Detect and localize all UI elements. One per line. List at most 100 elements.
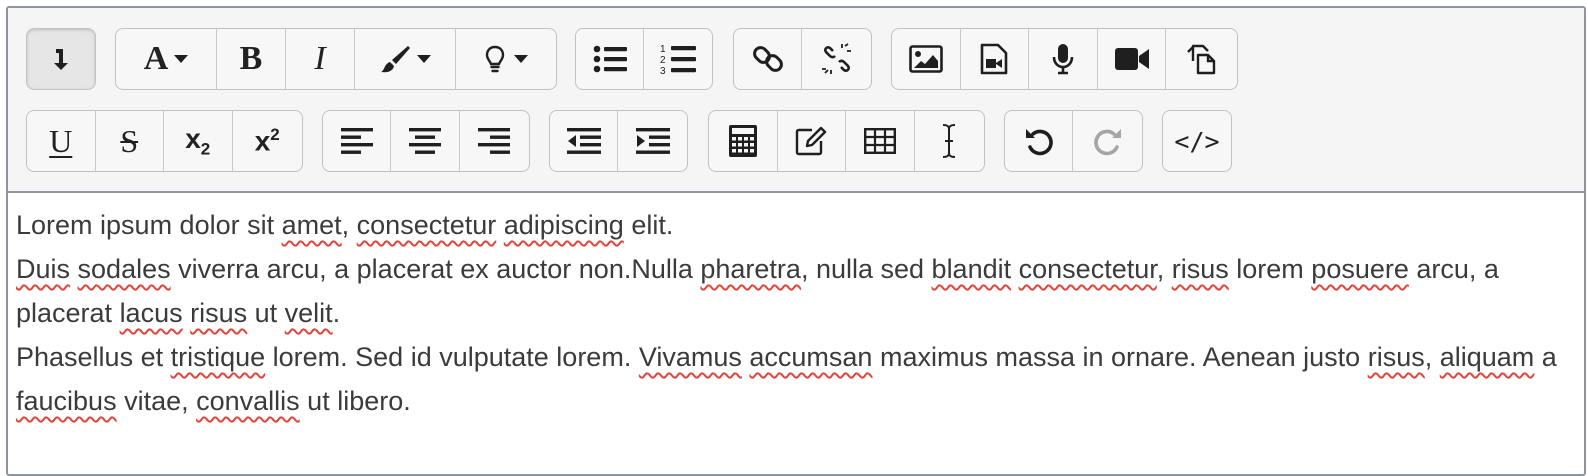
italic-button[interactable]: I <box>286 29 355 89</box>
html-button[interactable]: </> <box>1163 111 1231 171</box>
redo-button[interactable] <box>1073 111 1142 171</box>
manage-files-button[interactable] <box>1166 29 1237 89</box>
character-map-button[interactable] <box>778 111 846 171</box>
text-run: , <box>341 210 357 240</box>
misspelled-word: Duis <box>16 254 71 284</box>
text-run: lorem. Sed id vulputate lorem. <box>265 342 639 372</box>
editor-content[interactable]: Lorem ipsum dolor sit amet, consectetur … <box>8 193 1584 423</box>
toolbar-toggle-button[interactable] <box>26 28 96 90</box>
image-button[interactable] <box>892 29 961 89</box>
media-button[interactable] <box>961 29 1030 89</box>
chevron-down-icon <box>514 55 528 63</box>
text-run: , <box>1156 254 1172 284</box>
styles-button[interactable] <box>456 29 556 89</box>
media-icon <box>981 43 1008 75</box>
accessibility-checker-button[interactable] <box>915 111 984 171</box>
text-run: viverra arcu, a placerat ex auctor non.N… <box>170 254 701 284</box>
misspelled-word: adipiscing <box>503 210 624 240</box>
text-run: lorem <box>1228 254 1312 284</box>
video-camera-icon <box>1114 48 1149 70</box>
pencil-square-icon <box>796 126 827 156</box>
unordered-list-button[interactable] <box>576 29 644 89</box>
text-run: , nulla sed <box>800 254 932 284</box>
microphone-icon <box>1052 44 1074 75</box>
text-run <box>1011 254 1019 284</box>
outdent-icon <box>566 128 601 154</box>
misspelled-word: blandit <box>931 254 1012 284</box>
svg-text:1: 1 <box>660 44 666 55</box>
font-color-button[interactable] <box>355 29 456 89</box>
ordered-list-button[interactable]: 1 2 3 <box>644 29 712 89</box>
underline-icon: U <box>49 122 73 159</box>
misspelled-word: accumsan <box>749 342 873 372</box>
misspelled-word: risus <box>1171 254 1229 284</box>
outdent-button[interactable] <box>550 111 619 171</box>
italic-icon: I <box>314 40 326 77</box>
svg-text:2: 2 <box>660 55 666 66</box>
unordered-list-icon <box>593 45 627 73</box>
text-run: a <box>1534 342 1557 372</box>
misspelled-word: Vivamus <box>638 342 742 372</box>
toolbar-group-insert <box>708 110 985 172</box>
misspelled-word: velit <box>284 298 333 328</box>
align-center-icon <box>409 128 442 154</box>
text-cursor-icon <box>943 124 956 158</box>
table-button[interactable] <box>846 111 915 171</box>
align-right-button[interactable] <box>460 111 529 171</box>
toolbar-group-links <box>733 28 872 90</box>
misspelled-word: aliquam <box>1439 342 1535 372</box>
chevron-down-icon <box>174 55 189 63</box>
align-left-button[interactable] <box>323 111 392 171</box>
bold-button[interactable]: B <box>217 29 286 89</box>
text-editor: A B I 1 2 3 U S x2 x2 </> Lorem ipsum do… <box>6 6 1586 476</box>
misspelled-word: risus <box>1367 342 1425 372</box>
link-button[interactable] <box>734 29 803 89</box>
font-size-button[interactable]: A <box>116 29 217 89</box>
undo-icon <box>1025 129 1053 156</box>
lightbulb-icon <box>485 45 505 73</box>
subscript-button[interactable]: x2 <box>164 111 233 171</box>
table-icon <box>863 128 896 154</box>
align-center-button[interactable] <box>391 111 460 171</box>
misspelled-word: pharetra <box>700 254 801 284</box>
record-audio-button[interactable] <box>1029 29 1098 89</box>
unlink-button[interactable] <box>802 29 871 89</box>
record-video-button[interactable] <box>1098 29 1167 89</box>
misspelled-word: convallis <box>196 386 300 416</box>
text-run: Phasellus et <box>16 342 171 372</box>
paragraph-1: Lorem ipsum dolor sit amet, consectetur … <box>16 203 1576 247</box>
text-run <box>70 254 78 284</box>
toolbar-group-lists: 1 2 3 <box>575 28 713 90</box>
undo-button[interactable] <box>1005 111 1074 171</box>
toolbar-group-html: </> <box>1162 110 1232 172</box>
align-left-icon <box>340 128 373 154</box>
text-run: , <box>1424 342 1440 372</box>
paragraph-2: Duis sodales viverra arcu, a placerat ex… <box>16 247 1576 335</box>
superscript-icon: x2 <box>254 124 280 157</box>
files-icon <box>1186 44 1215 75</box>
text-run: ut libero. <box>299 386 411 416</box>
font-size-icon: A <box>143 40 169 77</box>
svg-text:3: 3 <box>660 66 666 75</box>
misspelled-word: sodales <box>77 254 171 284</box>
toolbar-group-align <box>322 110 530 172</box>
text-run: ut <box>247 298 285 328</box>
strikethrough-icon: S <box>120 122 139 159</box>
misspelled-word: tristique <box>170 342 266 372</box>
underline-button[interactable]: U <box>27 111 96 171</box>
unlink-icon <box>821 43 851 74</box>
code-icon: </> <box>1174 126 1220 156</box>
paint-brush-icon <box>381 46 410 73</box>
indent-button[interactable] <box>618 111 687 171</box>
misspelled-word: faucibus <box>16 386 117 416</box>
superscript-button[interactable]: x2 <box>233 111 302 171</box>
misspelled-word: posuere <box>1311 254 1409 284</box>
align-right-icon <box>478 128 511 154</box>
toolbar-group-toggle <box>26 28 96 90</box>
text-run: . <box>332 298 341 328</box>
text-run <box>496 210 504 240</box>
equation-button[interactable] <box>709 111 778 171</box>
toolbar-group-indent <box>549 110 688 172</box>
paragraph-3: Phasellus et tristique lorem. Sed id vul… <box>16 335 1576 423</box>
strikethrough-button[interactable]: S <box>96 111 164 171</box>
